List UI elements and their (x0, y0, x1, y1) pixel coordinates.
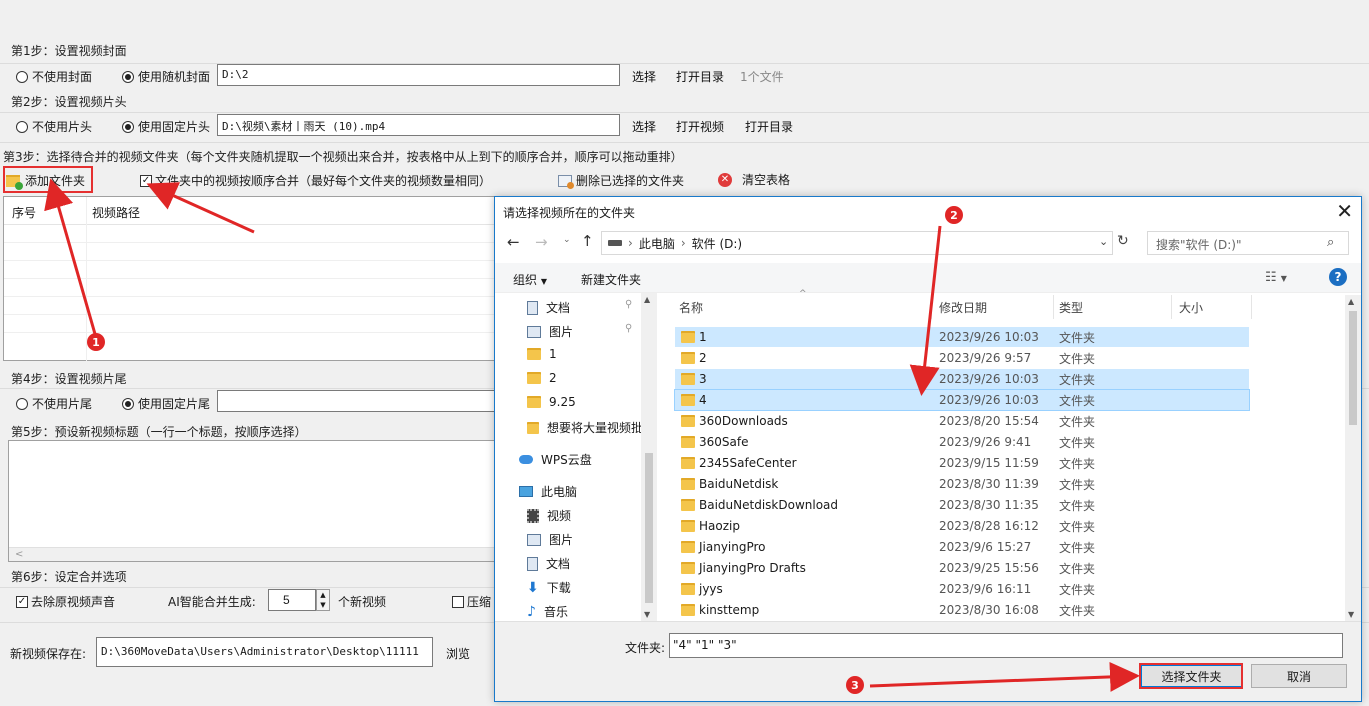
annotation-arrows (44, 178, 1140, 692)
arrow-to-checkbox (146, 182, 255, 234)
arrow-to-select-button (869, 661, 1140, 692)
annotation-badge-2: 2 (945, 206, 963, 224)
annotation-badge-3: 3 (846, 676, 864, 694)
arrow-to-folder-4 (909, 225, 942, 396)
annotation-badge-1: 1 (87, 333, 105, 351)
arrow-to-add-folder (44, 178, 97, 335)
